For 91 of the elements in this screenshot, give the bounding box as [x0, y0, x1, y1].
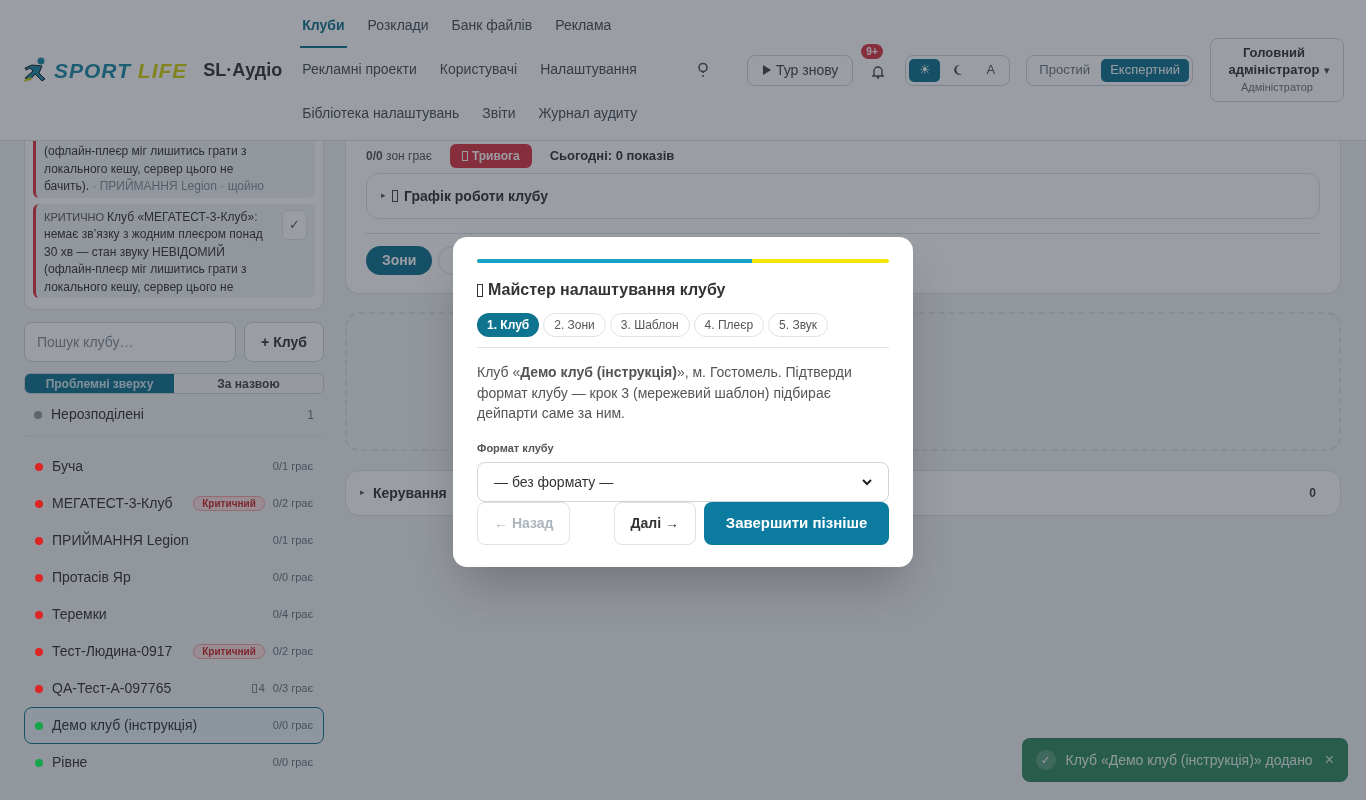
help-icon [697, 62, 709, 78]
nav-link[interactable]: Реклама [553, 4, 614, 48]
dialog-message: Клуб «Демо клуб (інструкція)», м. Гостомель. Підтверди формат клубу — крок 3 (мережевий шаблон) підбирає дейпарти саме за ним. [477, 363, 853, 423]
mode-option[interactable]: Простий [1030, 58, 1100, 82]
alert-count: 4 [251, 680, 265, 697]
caret-icon: ▸ [360, 486, 365, 500]
moon-icon [952, 64, 963, 76]
alert-message: КРИТИЧНО Клуб «МЕГАТЕСТ-3-Клуб»: немає зв’язку з жодним плеєром понад 30 хв — стан звуку НЕВІДОМИЙ (офлайн-плеєр міг лишитись грати з локального кешу, сервер цього не [44, 208, 264, 296]
user-name: Головний адміністратор [1227, 44, 1321, 79]
nav-link[interactable]: Звіти [480, 92, 518, 136]
club-stat: 0/2 грає [272, 496, 313, 512]
square-icon [461, 151, 468, 161]
status-tag: Критичний [193, 496, 265, 511]
app-name: SL·Аудіо [203, 58, 283, 82]
club-row[interactable]: Протасів Яр 0/0 грає [24, 559, 324, 596]
club-stat: 0/0 грає [272, 570, 313, 586]
club-row[interactable]: Демо клуб (інструкція) 0/0 грає [24, 707, 324, 744]
nav-link[interactable]: Клуби [300, 4, 347, 48]
nav-link[interactable]: Налаштування [538, 48, 639, 92]
user-role: Адміністратор [1241, 80, 1313, 96]
search-field[interactable]: Пошук клубу… [24, 322, 236, 362]
nav-link[interactable]: Банк файлів [449, 4, 535, 48]
today-stats: Сьогодні: 0 показів [549, 147, 675, 166]
caret-icon: ▾ [1324, 61, 1330, 79]
section-count: 0 [1309, 485, 1316, 502]
square-icon [477, 283, 483, 297]
add-club-button[interactable]: + Клуб [244, 322, 324, 362]
nav-link[interactable]: Бібліотека налаштувань [300, 92, 462, 136]
club-stat: 0/4 грає [272, 607, 313, 623]
next-button[interactable]: Далі → [613, 502, 696, 545]
field-label: Формат клубу [477, 440, 555, 456]
tab[interactable]: Зони [366, 246, 433, 275]
bell-icon [872, 65, 885, 79]
alert-message: (офлайн-плеєр міг лишитись грати з локального кешу, сервер цього не бачить). · ПРИЙМАННЯ Legion · щойно [44, 143, 266, 195]
tour-button[interactable]: Тур знову [747, 54, 854, 86]
dismiss-button[interactable]: ✓ [282, 209, 307, 240]
user-menu[interactable]: Головний адміністратор ▾ Адміністратор [1210, 38, 1344, 102]
square-icon [392, 190, 398, 202]
club-stat: 0/2 грає [272, 644, 313, 660]
club-count: 1 [307, 406, 314, 424]
zones-status: 0/0 зон грає [366, 148, 432, 165]
section-title: Графік роботи клубу [404, 186, 548, 206]
club-name: Буча [52, 457, 83, 476]
club-row[interactable]: Теремки 0/4 грає [24, 596, 324, 633]
club-stat: 0/1 грає [272, 533, 313, 549]
section-title: Керування [373, 483, 447, 503]
club-stat: 0/1 грає [272, 459, 313, 475]
club-row[interactable]: ПРИЙМАННЯ Legion 0/1 грає [24, 522, 324, 559]
theme-option[interactable]: A [975, 58, 1007, 82]
club-name: QA-Тест-А-097765 [52, 679, 172, 698]
club-name: ПРИЙМАННЯ Legion [52, 530, 189, 550]
club-stat: 0/0 грає [272, 718, 313, 734]
nav-link[interactable]: Рекламні проекти [300, 48, 419, 92]
club-name: Протасів Яр [52, 568, 131, 587]
dialog-title: Майстер налаштування клубу [488, 280, 726, 300]
club-name: Демо клуб (інструкція) [52, 716, 198, 735]
club-stat: 0/0 грає [272, 755, 313, 771]
club-row[interactable]: QA-Тест-А-097765 4 0/3 грає [24, 670, 324, 707]
finish-later-button[interactable]: Завершити пізніше [704, 502, 889, 545]
close-button[interactable]: × [1324, 748, 1334, 772]
club-name: Нерозподілені [51, 405, 144, 424]
schedule-section[interactable]: ▸ Графік роботи клубу [366, 173, 1320, 219]
play-icon [762, 64, 772, 76]
notification-badge: 9+ [861, 44, 883, 59]
square-icon [251, 684, 257, 693]
mode-option[interactable]: Експертний [1101, 58, 1189, 82]
chevron-icon [862, 478, 872, 486]
club-name: Тест-Людина-0917 [52, 642, 173, 661]
sort-option[interactable]: Проблемні зверху [25, 374, 174, 393]
nav-link[interactable]: Користувачі [437, 48, 520, 92]
club-row[interactable]: Буча 0/1 грає [24, 448, 324, 485]
club-name: Теремки [52, 605, 107, 624]
notifications-button[interactable] [871, 64, 886, 80]
caret-icon: ▸ [381, 189, 386, 203]
sort-option[interactable]: За назвою [174, 374, 323, 393]
club-name: Рівне [52, 753, 88, 772]
nav-link[interactable]: Розклади [365, 4, 431, 48]
club-row[interactable]: МЕГАТЕСТ-3-Клуб Критичний 0/2 грає [24, 485, 324, 522]
theme-option[interactable]: ☀ [909, 58, 941, 82]
format-select[interactable]: — без формату — [477, 462, 889, 502]
logo-text: SPORT LIFE [54, 59, 188, 81]
nav-link[interactable]: Журнал аудиту [536, 92, 640, 136]
toast-message: Клуб «Демо клуб (інструкція)» додано [1065, 750, 1313, 770]
club-row[interactable]: Рівне 0/0 грає [24, 744, 324, 781]
status-tag: Критичний [193, 644, 265, 659]
club-stat: 0/3 грає [272, 681, 313, 697]
alarm-badge: Тривога [449, 144, 532, 168]
club-name: МЕГАТЕСТ-3-Клуб [52, 494, 173, 513]
club-row[interactable]: Тест-Людина-0917 Критичний 0/2 грає [24, 633, 324, 670]
step-tab[interactable]: 1. Клуб [477, 313, 540, 337]
unassigned-row[interactable]: Нерозподілені 1 [24, 394, 324, 436]
